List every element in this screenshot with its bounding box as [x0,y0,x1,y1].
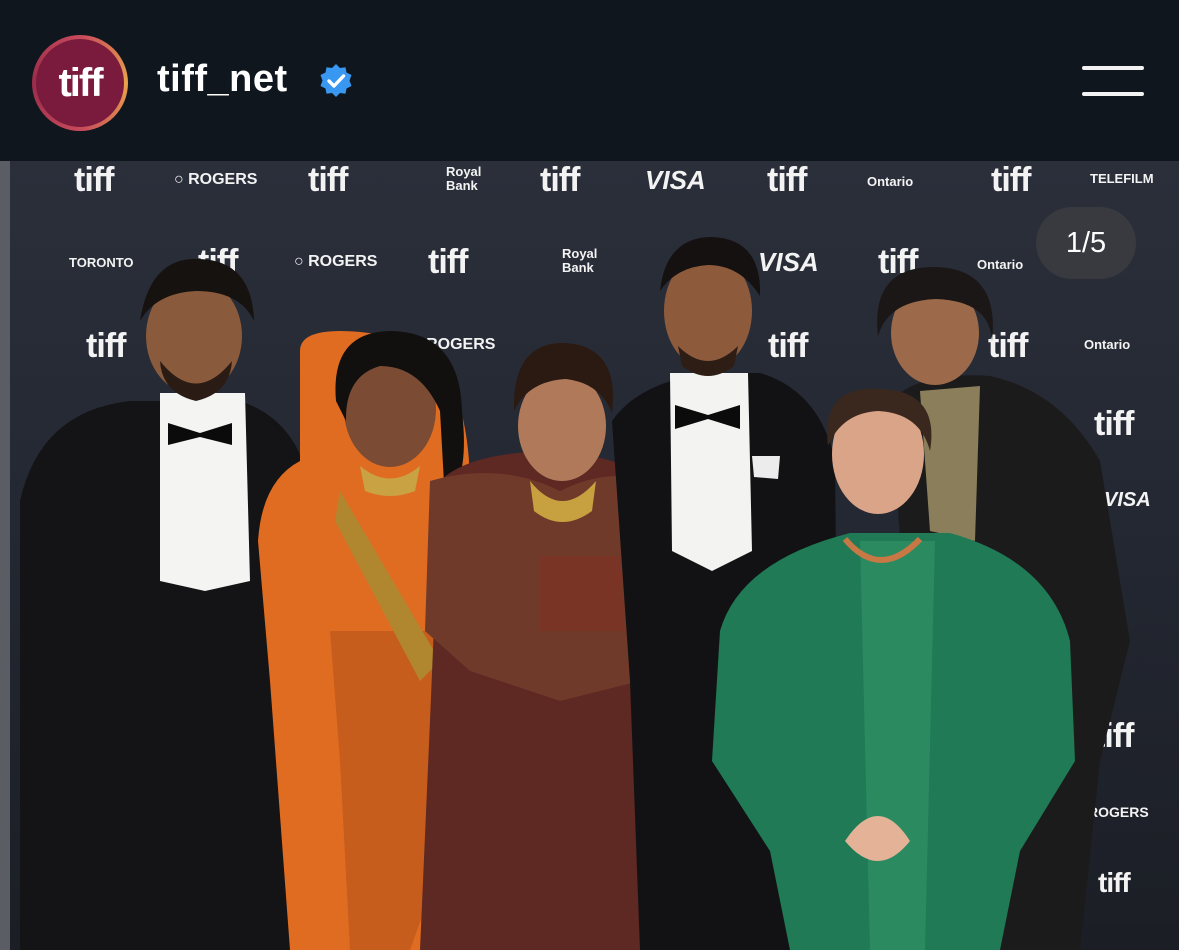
avatar-logo: tiff [36,39,124,127]
post-photo[interactable]: tiff ○ ROGERS tiff Royal Bank tiff VISA … [0,161,1179,950]
post-header: tiff tiff_net [0,0,1179,161]
hamburger-menu-icon [1082,92,1144,96]
hamburger-menu-icon [1082,66,1144,70]
username[interactable]: tiff_net [157,58,288,101]
profile-avatar[interactable]: tiff [32,35,128,131]
image-counter-badge: 1/5 [1036,207,1136,279]
menu-button[interactable] [1082,64,1144,98]
group-photo-illustration [20,237,1130,950]
verified-badge-icon [320,64,352,97]
